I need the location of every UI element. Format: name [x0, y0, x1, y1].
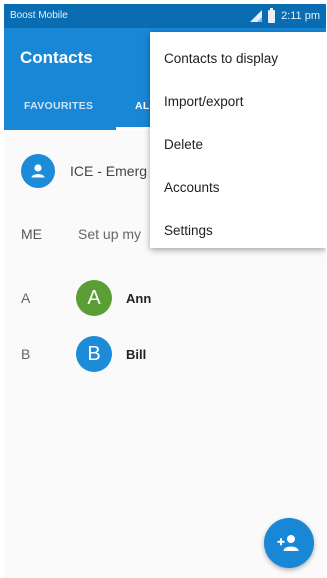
tab-favourites[interactable]: FAVOURITES [24, 100, 93, 112]
me-setup-text: Set up my [78, 226, 142, 242]
section-letter: A [21, 290, 31, 306]
carrier-name: Boost Mobile [10, 10, 68, 21]
menu-item-settings[interactable]: Settings [150, 210, 326, 250]
list-item[interactable]: A A Ann [4, 278, 326, 318]
add-contact-icon [277, 535, 299, 551]
contact-name: Bill [126, 347, 147, 362]
add-contact-button[interactable] [264, 518, 314, 568]
battery-icon [268, 7, 276, 23]
status-bar: Boost Mobile 2:11 pm [4, 4, 326, 28]
list-item[interactable]: B B Bill [4, 334, 326, 374]
tab-all[interactable]: AL [135, 100, 150, 112]
contact-name: Ann [126, 291, 152, 306]
avatar: A [76, 280, 112, 316]
me-label: ME [21, 226, 42, 242]
menu-item-contacts-to-display[interactable]: Contacts to display [150, 38, 326, 78]
person-icon [21, 154, 55, 188]
overflow-menu: Contacts to display Import/export Delete… [150, 32, 326, 248]
menu-item-accounts[interactable]: Accounts [150, 167, 326, 207]
section-letter: B [21, 346, 31, 362]
status-icons: 2:11 pm [250, 7, 320, 24]
menu-item-delete[interactable]: Delete [150, 124, 326, 164]
ice-label: ICE - Emerg [70, 163, 148, 179]
clock: 2:11 pm [281, 10, 320, 22]
menu-item-import-export[interactable]: Import/export [150, 81, 326, 121]
avatar: B [76, 336, 112, 372]
signal-icon [250, 10, 263, 22]
page-title: Contacts [20, 48, 93, 67]
phone-screen: Boost Mobile 2:11 pm Contacts FAVOURITES… [4, 4, 326, 578]
